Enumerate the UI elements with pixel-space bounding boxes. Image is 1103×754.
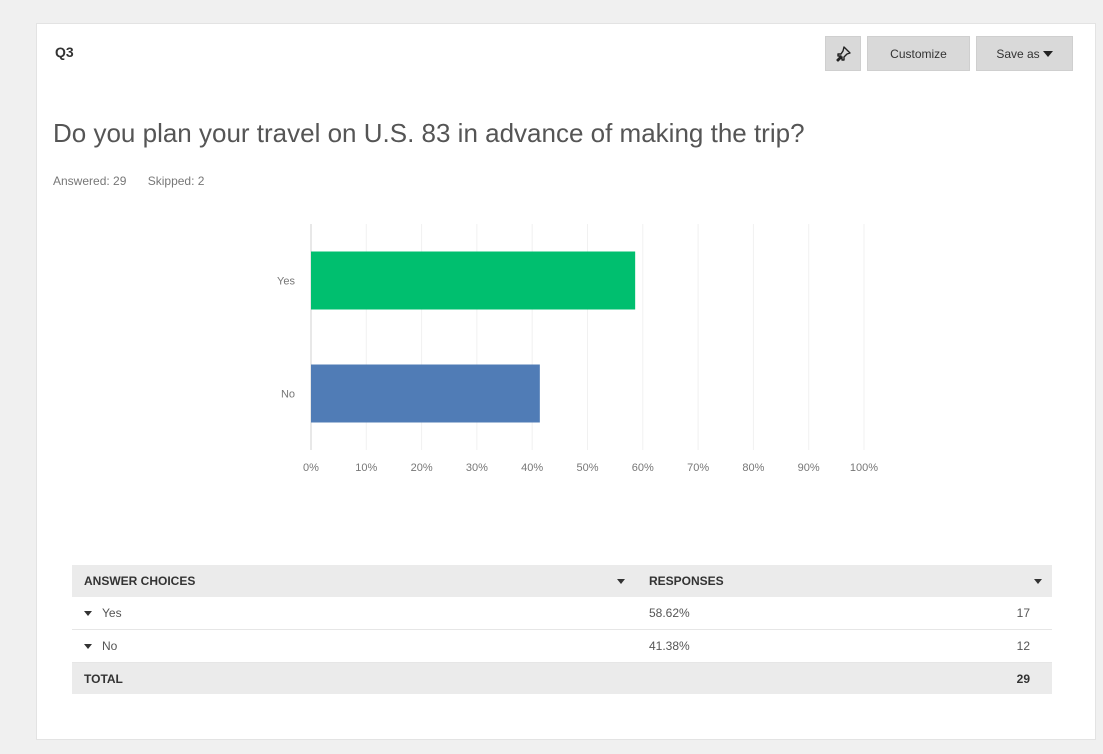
chevron-down-icon[interactable] (1034, 565, 1042, 597)
category-label: No (281, 389, 295, 401)
table-row: Yes 58.62% 17 (72, 597, 1052, 630)
header-answer-choices[interactable]: ANSWER CHOICES (84, 565, 195, 597)
chart-bars (311, 251, 636, 423)
chart-category-labels: Yes No (277, 276, 295, 401)
answer-choice-label: No (102, 639, 118, 653)
x-tick-label: 20% (411, 462, 433, 474)
x-tick-label: 70% (687, 462, 709, 474)
bar-yes[interactable] (311, 251, 636, 310)
table-total-row: TOTAL 29 (72, 663, 1052, 694)
chevron-down-icon[interactable] (84, 643, 92, 649)
table-header-row: ANSWER CHOICES RESPONSES (72, 565, 1052, 597)
x-tick-label: 100% (850, 462, 878, 474)
x-tick-label: 0% (303, 462, 319, 474)
question-card: Q3 Customize Save as Do you plan your tr… (36, 23, 1096, 740)
total-value: 29 (1016, 671, 1030, 686)
bar-no[interactable] (311, 364, 540, 423)
x-tick-label: 30% (466, 462, 488, 474)
answer-choice[interactable]: Yes (84, 597, 122, 629)
chart-x-ticks: 0% 10% 20% 30% 40% 50% 60% 70% 80% 90% 100% (303, 462, 878, 474)
x-tick-label: 10% (355, 462, 377, 474)
chevron-down-icon[interactable] (84, 610, 92, 616)
x-tick-label: 40% (521, 462, 543, 474)
response-count: 12 (1016, 639, 1030, 653)
bar-chart: Yes No 0% 10% 20% 30% 40% 50% 60% 70% 80% 90% 100% (277, 224, 878, 474)
category-label: Yes (277, 276, 295, 288)
response-count: 17 (1016, 606, 1030, 620)
x-tick-label: 80% (742, 462, 764, 474)
response-percent: 58.62% (649, 606, 690, 620)
total-label: TOTAL (84, 671, 123, 686)
table-body: Yes 58.62% 17 No 41.38% 12 (72, 597, 1052, 663)
answer-choice-label: Yes (102, 606, 122, 620)
x-tick-label: 60% (632, 462, 654, 474)
header-responses[interactable]: RESPONSES (649, 565, 724, 597)
response-percent: 41.38% (649, 639, 690, 653)
table-row: No 41.38% 12 (72, 630, 1052, 663)
responses-table: ANSWER CHOICES RESPONSES Yes 58.62% 17 No 41… (72, 565, 1052, 694)
chevron-down-icon[interactable] (617, 565, 625, 597)
x-tick-label: 90% (798, 462, 820, 474)
x-tick-label: 50% (576, 462, 598, 474)
answer-choice[interactable]: No (84, 630, 117, 662)
